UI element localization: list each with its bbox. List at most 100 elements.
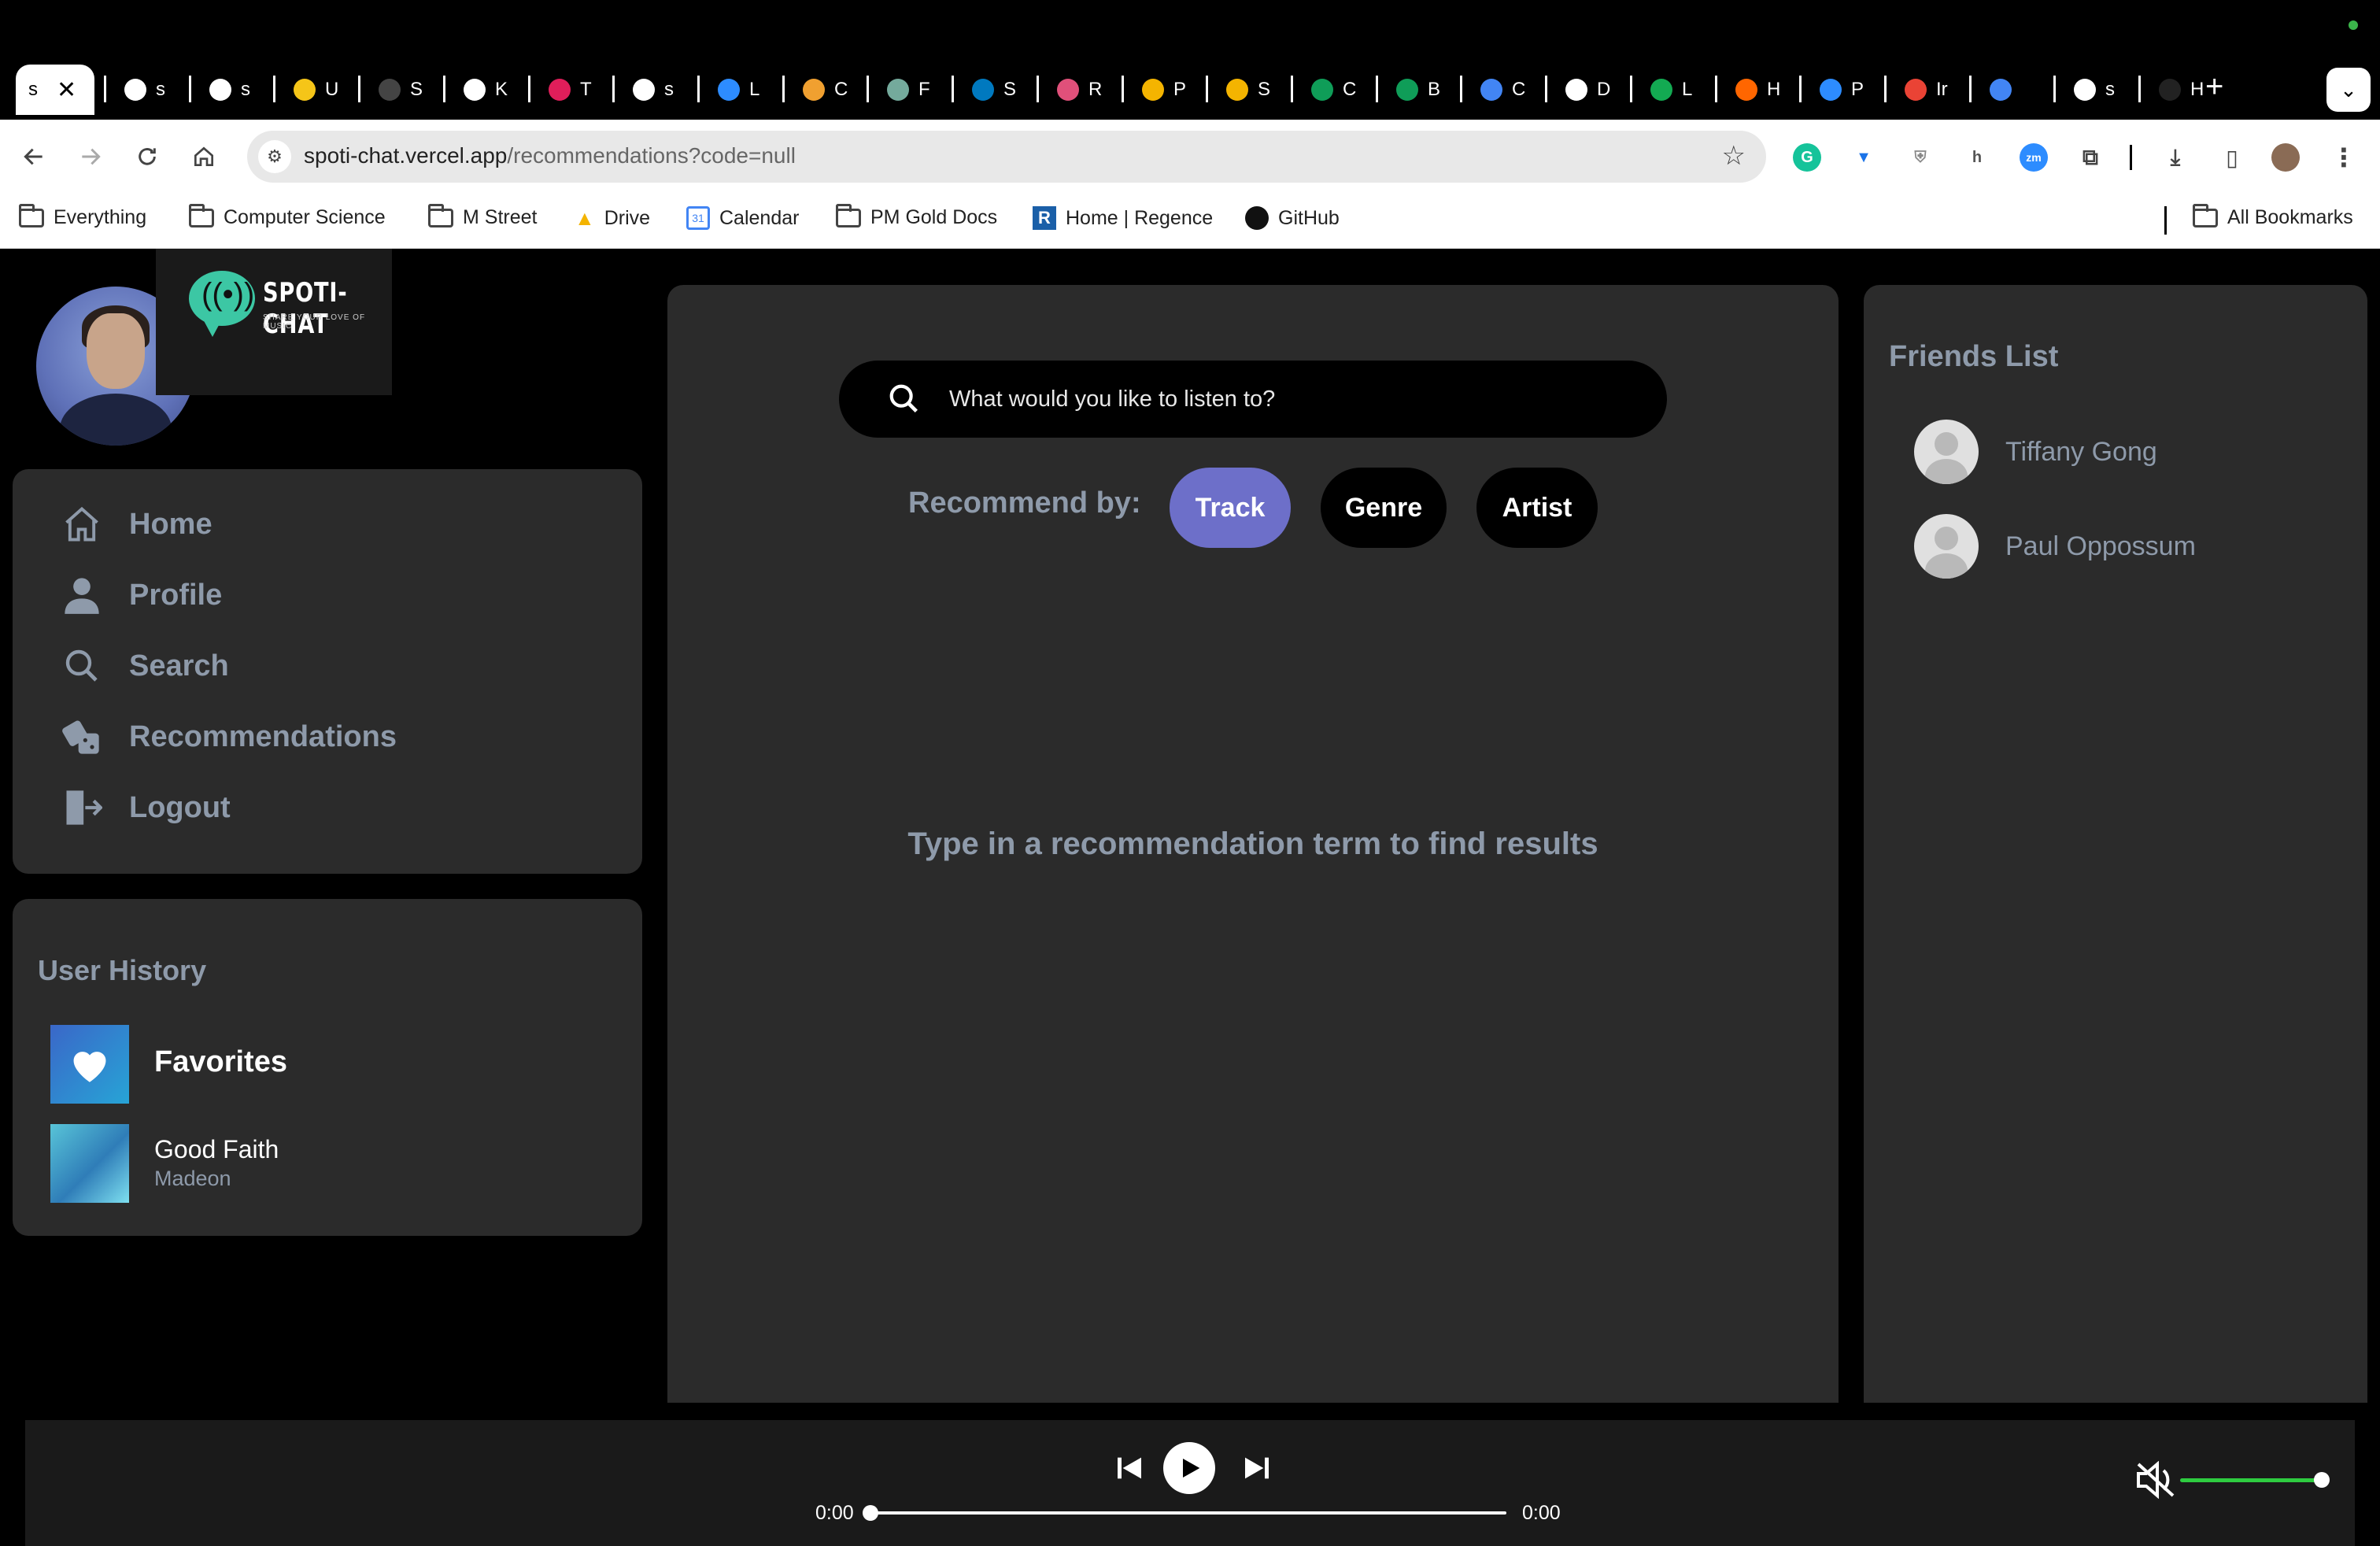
sidepanel-icon[interactable]: ▯ bbox=[2218, 143, 2246, 172]
gmail-icon bbox=[1905, 79, 1927, 101]
grammarly-icon[interactable]: G bbox=[1793, 143, 1821, 172]
browser-tab[interactable]: D bbox=[1551, 65, 1610, 115]
extension-icon[interactable]: ▼ bbox=[1850, 143, 1878, 172]
recommend-artist-button[interactable]: Artist bbox=[1476, 468, 1598, 548]
favorites-tile[interactable] bbox=[50, 1025, 129, 1104]
bookmark-calendar[interactable]: 31 Calendar bbox=[686, 206, 799, 230]
bookmark-label: Everything bbox=[54, 206, 147, 228]
browser-tab[interactable]: L bbox=[704, 65, 759, 115]
nav-profile[interactable]: Profile bbox=[60, 571, 222, 619]
browser-tab-strip: s ✕ s s U S K Ts L C F S R P S C B C D L H P Ir s H + ⌄ bbox=[0, 0, 2380, 120]
puzzle-icon[interactable]: ⧉ bbox=[2076, 143, 2105, 172]
zoom-icon[interactable]: zm bbox=[2020, 143, 2048, 172]
more-menu-icon[interactable]: ⋮ bbox=[2330, 143, 2358, 172]
browser-tab[interactable]: R bbox=[1043, 65, 1102, 115]
next-button[interactable] bbox=[1237, 1442, 1277, 1494]
bookmark-star-icon[interactable]: ☆ bbox=[1722, 140, 1746, 172]
search-bar[interactable] bbox=[839, 361, 1667, 438]
browser-tab[interactable]: s bbox=[110, 65, 165, 115]
nav-search[interactable]: Search bbox=[60, 642, 229, 690]
browser-tab[interactable]: s bbox=[195, 65, 250, 115]
bookmark-everything[interactable]: Everything bbox=[19, 203, 147, 229]
bookmark-home-regence[interactable]: R Home | Regence bbox=[1033, 206, 1213, 230]
nav-recommendations[interactable]: Recommendations bbox=[60, 713, 397, 760]
shield-icon[interactable]: ⛨ bbox=[1906, 143, 1935, 172]
friend-item[interactable]: Paul Oppossum bbox=[1914, 513, 2196, 579]
browser-tab[interactable]: C bbox=[1466, 65, 1525, 115]
back-button[interactable] bbox=[16, 139, 52, 175]
browser-tab[interactable]: C bbox=[1297, 65, 1356, 115]
tab-separator bbox=[1291, 76, 1293, 102]
browser-tab[interactable]: K bbox=[449, 65, 508, 115]
tab-label: H bbox=[1767, 79, 1781, 100]
browser-tab[interactable]: L bbox=[1636, 65, 1692, 115]
slack-icon bbox=[549, 79, 571, 101]
new-tab-button[interactable]: + bbox=[2205, 69, 2223, 105]
browser-tab[interactable]: s bbox=[2060, 65, 2115, 115]
heart-icon bbox=[73, 1052, 106, 1082]
browser-tab[interactable]: H bbox=[2145, 65, 2204, 115]
url-text[interactable]: spoti-chat.vercel.app/recommendations?co… bbox=[304, 143, 796, 168]
progress-bar[interactable] bbox=[863, 1505, 1506, 1521]
tab-search-button[interactable]: ⌄ bbox=[2326, 68, 2371, 112]
browser-tab[interactable]: P bbox=[1805, 65, 1864, 115]
tab-separator bbox=[782, 76, 785, 102]
song-title[interactable]: Good Faith bbox=[154, 1135, 279, 1164]
browser-tab[interactable]: S bbox=[364, 65, 423, 115]
progress-knob[interactable] bbox=[863, 1505, 878, 1521]
browser-tab[interactable]: Ir bbox=[1890, 65, 1948, 115]
browser-tab[interactable]: S bbox=[1212, 65, 1270, 115]
bookmark-m-street[interactable]: M Street bbox=[428, 203, 537, 229]
browser-tab[interactable]: B bbox=[1382, 65, 1440, 115]
browser-tab[interactable]: T bbox=[534, 65, 592, 115]
browser-tab[interactable]: P bbox=[1128, 65, 1186, 115]
home-button[interactable] bbox=[186, 139, 222, 175]
play-button[interactable] bbox=[1163, 1442, 1215, 1494]
honey-icon[interactable]: h bbox=[1963, 143, 1991, 172]
download-icon[interactable]: ⤓ bbox=[2161, 143, 2190, 172]
browser-tab[interactable]: s bbox=[619, 65, 674, 115]
bookmark-computer-science[interactable]: Computer Science bbox=[189, 203, 386, 229]
tab-label: s bbox=[2105, 79, 2115, 100]
volume-knob[interactable] bbox=[2314, 1472, 2330, 1488]
tab-active[interactable]: s ✕ bbox=[16, 65, 94, 115]
profile-avatar-icon[interactable] bbox=[2271, 143, 2300, 172]
folder-icon bbox=[2193, 203, 2218, 227]
recommend-track-button[interactable]: Track bbox=[1170, 468, 1291, 548]
site-info-icon[interactable]: ⚙ bbox=[258, 140, 291, 173]
bookmark-drive[interactable]: ▲ Drive bbox=[575, 206, 650, 231]
recommend-genre-button[interactable]: Genre bbox=[1321, 468, 1447, 548]
tab-separator bbox=[1969, 76, 1972, 102]
bookmark-github[interactable]: GitHub bbox=[1245, 206, 1340, 230]
nav-home[interactable]: Home bbox=[60, 501, 213, 548]
browser-tab[interactable]: S bbox=[958, 65, 1016, 115]
tab-separator bbox=[952, 76, 954, 102]
friend-item[interactable]: Tiffany Gong bbox=[1914, 419, 2157, 485]
bookmark-pm-gold-docs[interactable]: PM Gold Docs bbox=[836, 203, 997, 229]
volume-slider[interactable] bbox=[2180, 1472, 2330, 1488]
favorites-label[interactable]: Favorites bbox=[154, 1045, 287, 1079]
forward-button[interactable] bbox=[72, 139, 109, 175]
tab-separator bbox=[1715, 76, 1717, 102]
zoom-icon bbox=[1820, 79, 1842, 101]
trello-icon bbox=[972, 79, 994, 101]
empty-state-message: Type in a recommendation term to find re… bbox=[907, 827, 1598, 861]
close-tab-icon[interactable]: ✕ bbox=[57, 76, 76, 104]
nav-logout[interactable]: Logout bbox=[60, 784, 231, 831]
volume-icon[interactable] bbox=[2134, 1461, 2177, 1499]
tab-label: D bbox=[1597, 79, 1611, 100]
reload-button[interactable] bbox=[129, 139, 165, 175]
album-art[interactable] bbox=[50, 1124, 129, 1203]
search-input[interactable] bbox=[949, 379, 1626, 419]
bookmark-all-bookmarks[interactable]: All Bookmarks bbox=[2193, 203, 2353, 229]
github-icon bbox=[464, 79, 486, 101]
address-bar[interactable]: ⚙ spoti-chat.vercel.app/recommendations?… bbox=[247, 131, 1766, 183]
search-icon bbox=[889, 384, 918, 412]
browser-tab[interactable]: U bbox=[279, 65, 338, 115]
browser-tab[interactable] bbox=[1975, 65, 2021, 115]
browser-tab[interactable]: F bbox=[873, 65, 930, 115]
previous-button[interactable] bbox=[1110, 1442, 1149, 1494]
browser-tab[interactable]: C bbox=[789, 65, 848, 115]
browser-tab[interactable]: H bbox=[1721, 65, 1780, 115]
total-time: 0:00 bbox=[1522, 1502, 1561, 1524]
